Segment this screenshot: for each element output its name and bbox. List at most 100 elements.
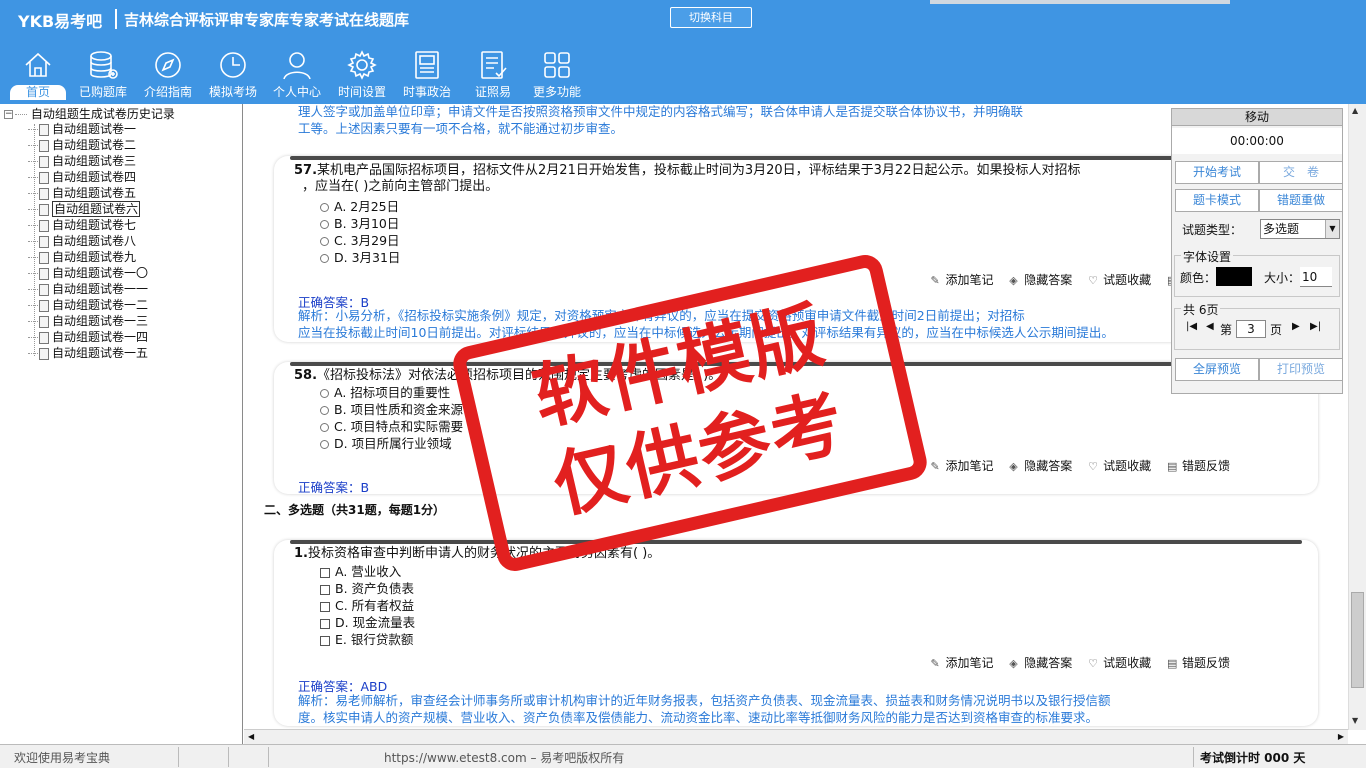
radio-button[interactable] [320,406,329,415]
tree-item[interactable]: 自动组题试卷六 [28,201,141,217]
print-preview-button[interactable]: 打印预览 [1259,358,1343,381]
tree-root-label: 自动组题生成试卷历史记录 [30,107,175,121]
option-b[interactable]: B. 项目性质和资金来源 [320,402,463,418]
first-page-icon[interactable]: |◀ [1186,321,1197,332]
horizontal-scrollbar[interactable]: ◀ ▶ [244,729,1348,744]
submit-button[interactable]: 交 卷 [1259,161,1343,184]
option-c[interactable]: C. 3月29日 [320,233,400,249]
tree-item[interactable]: 自动组题试卷一 [28,121,136,137]
radio-button[interactable] [320,220,329,229]
last-page-icon[interactable]: ▶| [1310,321,1321,332]
nav-profile[interactable]: 个人中心 [266,44,328,104]
add-note-button[interactable]: ✎ 添加笔记 [930,654,993,671]
tree-item[interactable]: 自动组题试卷七 [28,217,136,233]
tree-item[interactable]: 自动组题试卷四 [28,169,136,185]
favorite-button[interactable]: ♡ 试题收藏 [1088,654,1151,671]
prev-page-icon[interactable]: ◀ [1206,321,1214,332]
chevron-down-icon[interactable]: ▼ [1325,220,1339,238]
radio-button[interactable] [320,237,329,246]
start-exam-button[interactable]: 开始考试 [1175,161,1259,184]
nav-more[interactable]: 更多功能 [526,44,588,104]
nav-purchased[interactable]: 已购题库 [72,44,134,104]
option-c[interactable]: C. 项目特点和实际需要 [320,419,463,435]
scroll-down-icon[interactable]: ▼ [1352,716,1358,725]
scroll-up-icon[interactable]: ▲ [1352,106,1358,115]
tree-item[interactable]: 自动组题试卷一一 [28,281,148,297]
tree-root[interactable]: − 自动组题生成试卷历史记录 [4,107,175,121]
scroll-thumb[interactable] [1351,592,1364,688]
tree-item[interactable]: 自动组题试卷一二 [28,297,148,313]
tree-item[interactable]: 自动组题试卷一四 [28,329,148,345]
hide-answer-button[interactable]: ◈ 隐藏答案 [1009,271,1072,288]
radio-button[interactable] [320,203,329,212]
tree-item[interactable]: 自动组题试卷八 [28,233,136,249]
checkbox[interactable] [320,635,330,646]
nav-home[interactable]: 首页 [8,44,68,104]
main-nav: 首页 已购题库 介绍指南 模拟考场 个人中心 时间设置 时事政治 证照易 更多功… [0,44,620,104]
color-picker[interactable] [1216,267,1252,286]
qtype-label: 试题类型： [1182,223,1243,237]
checkbox[interactable] [320,618,330,629]
scroll-left-icon[interactable]: ◀ [248,732,254,741]
fullscreen-preview-button[interactable]: 全屏预览 [1175,358,1259,381]
tree-item[interactable]: 自动组题试卷三 [28,153,136,169]
tree-item-label: 自动组题试卷九 [52,250,137,264]
tree-item[interactable]: 自动组题试卷一〇 [28,265,148,281]
scroll-right-icon[interactable]: ▶ [1338,732,1344,741]
option-b[interactable]: B. 3月10日 [320,216,399,232]
tree-connector [28,161,38,162]
question-type-select[interactable]: 多选题 ▼ [1260,219,1340,239]
option-a[interactable]: A. 招标项目的重要性 [320,385,450,401]
radio-button[interactable] [320,389,329,398]
favorite-button[interactable]: ♡ 试题收藏 [1088,271,1151,288]
switch-subject-button[interactable]: 切换科目 [670,7,752,28]
action-label: 隐藏答案 [1024,273,1073,287]
tree-connector [28,241,38,242]
card-divider [290,540,1302,544]
option-a[interactable]: A. 2月25日 [320,199,399,215]
tree-item[interactable]: 自动组题试卷二 [28,137,136,153]
option-d[interactable]: D. 项目所属行业领域 [320,436,452,452]
checkbox[interactable] [320,567,330,578]
option-a[interactable]: A. 营业收入 [320,564,401,580]
option-label: A. 招标项目的重要性 [334,385,451,400]
next-page-icon[interactable]: ▶ [1292,321,1300,332]
tree-item[interactable]: 自动组题试卷九 [28,249,136,265]
tree-item[interactable]: 自动组题试卷五 [28,185,136,201]
hide-answer-button[interactable]: ◈ 隐藏答案 [1009,654,1072,671]
nav-mock-exam[interactable]: 模拟考场 [202,44,264,104]
vertical-scrollbar[interactable]: ▲ ▼ [1348,104,1366,730]
redo-wrong-button[interactable]: 错题重做 [1259,189,1343,212]
radio-button[interactable] [320,423,329,432]
tree-item[interactable]: 自动组题试卷一三 [28,313,148,329]
radio-button[interactable] [320,440,329,449]
hide-answer-button[interactable]: ◈ 隐藏答案 [1009,457,1072,474]
nav-politics[interactable]: 时事政治 [396,44,458,104]
panel-drag-handle[interactable]: 移动 [1172,109,1342,126]
checkbox[interactable] [320,601,330,612]
card-mode-button[interactable]: 题卡模式 [1175,189,1259,212]
option-c[interactable]: C. 所有者权益 [320,598,414,614]
collapse-icon[interactable]: − [4,110,13,119]
add-note-button[interactable]: ✎ 添加笔记 [930,457,993,474]
nav-license[interactable]: 证照易 [462,44,524,104]
nav-label: 模拟考场 [208,85,257,99]
question-text: 58.《招标投标法》对依法必须招标项目的范围规定主要考虑的因素是( )。 [294,368,721,384]
document-icon [39,299,49,312]
nav-guide[interactable]: 介绍指南 [137,44,199,104]
feedback-button[interactable]: ▤错题反馈 [1167,654,1230,671]
page-number-input[interactable]: 3 [1236,320,1266,338]
nav-time-settings[interactable]: 时间设置 [331,44,393,104]
feedback-button[interactable]: ▤错题反馈 [1167,457,1230,474]
option-d[interactable]: D. 3月31日 [320,250,400,266]
checkbox[interactable] [320,584,330,595]
tree-item[interactable]: 自动组题试卷一五 [28,345,148,361]
radio-button[interactable] [320,254,329,263]
option-e[interactable]: E. 银行贷款额 [320,632,413,648]
option-d[interactable]: D. 现金流量表 [320,615,415,631]
font-size-input[interactable]: 10 [1300,267,1332,287]
question-line: 投标资格审查中判断申请人的财务状况的主要财务因素有( )。 [307,546,661,561]
add-note-button[interactable]: ✎ 添加笔记 [930,271,993,288]
favorite-button[interactable]: ♡ 试题收藏 [1088,457,1151,474]
option-b[interactable]: B. 资产负债表 [320,581,414,597]
